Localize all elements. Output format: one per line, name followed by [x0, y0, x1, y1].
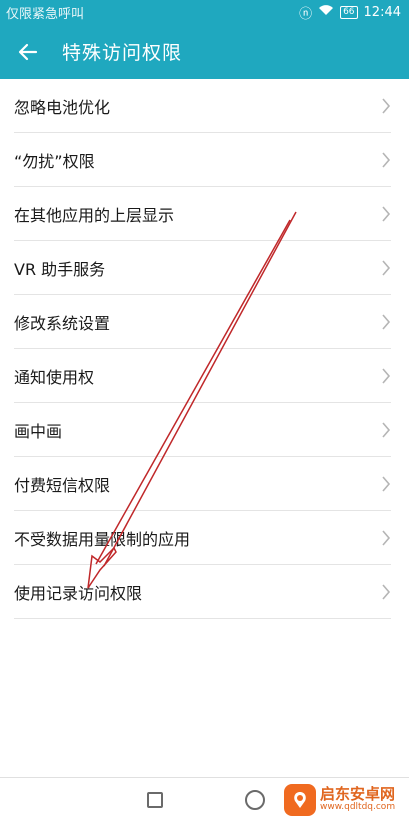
watermark-name: 启东安卓网	[320, 785, 396, 804]
chevron-right-icon	[381, 259, 391, 276]
permission-list: 忽略电池优化 “勿扰”权限 在其他应用的上层显示 VR 助手服务 修改系统设置 …	[0, 79, 409, 619]
list-item-picture-in-picture[interactable]: 画中画	[14, 403, 391, 457]
square-icon	[146, 791, 163, 808]
list-item-label: 忽略电池优化	[14, 97, 111, 117]
chevron-right-icon	[381, 313, 391, 330]
list-item-label: VR 助手服务	[14, 259, 106, 279]
page-title: 特殊访问权限	[62, 42, 183, 64]
list-item-notification-access[interactable]: 通知使用权	[14, 349, 391, 403]
back-button[interactable]	[0, 24, 56, 79]
watermark-url: www.qdltdq.com	[320, 802, 396, 813]
list-item-label: 画中画	[14, 421, 63, 441]
wifi-icon	[318, 4, 334, 20]
home-button[interactable]	[241, 786, 269, 814]
chevron-right-icon	[381, 205, 391, 222]
status-icons: ⓝ 66 12:44	[299, 3, 401, 22]
list-item-battery-optimization[interactable]: 忽略电池优化	[14, 79, 391, 133]
arrow-left-icon	[18, 43, 38, 60]
recents-button[interactable]	[141, 786, 169, 814]
list-item-label: 使用记录访问权限	[14, 583, 143, 603]
list-item-premium-sms[interactable]: 付费短信权限	[14, 457, 391, 511]
chevron-right-icon	[381, 151, 391, 168]
chevron-right-icon	[381, 475, 391, 492]
list-item-label: 通知使用权	[14, 367, 95, 387]
chevron-right-icon	[381, 421, 391, 438]
list-item-label: 不受数据用量限制的应用	[14, 529, 191, 549]
list-item-label: “勿扰”权限	[14, 151, 95, 171]
chevron-right-icon	[381, 97, 391, 114]
list-item-label: 付费短信权限	[14, 475, 111, 495]
circle-icon	[244, 789, 265, 810]
chevron-right-icon	[381, 367, 391, 384]
list-item-draw-over-apps[interactable]: 在其他应用的上层显示	[14, 187, 391, 241]
list-item-modify-system-settings[interactable]: 修改系统设置	[14, 295, 391, 349]
watermark-logo-icon	[284, 784, 316, 816]
chevron-right-icon	[381, 529, 391, 546]
list-item-unrestricted-data[interactable]: 不受数据用量限制的应用	[14, 511, 391, 565]
list-item-vr-helper[interactable]: VR 助手服务	[14, 241, 391, 295]
nfc-icon: ⓝ	[299, 6, 313, 22]
status-time: 12:44	[363, 4, 401, 20]
carrier-text: 仅限紧急呼叫	[6, 6, 85, 22]
watermark: 启东安卓网 www.qdltdq.com	[284, 781, 406, 819]
battery-icon: 66	[340, 5, 358, 19]
status-bar: 仅限紧急呼叫 ⓝ 66 12:44	[0, 0, 409, 24]
chevron-right-icon	[381, 583, 391, 600]
list-item-dnd-permission[interactable]: “勿扰”权限	[14, 133, 391, 187]
list-item-label: 在其他应用的上层显示	[14, 205, 175, 225]
app-bar: 特殊访问权限	[0, 24, 409, 79]
list-item-usage-access[interactable]: 使用记录访问权限	[14, 565, 391, 619]
list-item-label: 修改系统设置	[14, 313, 111, 333]
